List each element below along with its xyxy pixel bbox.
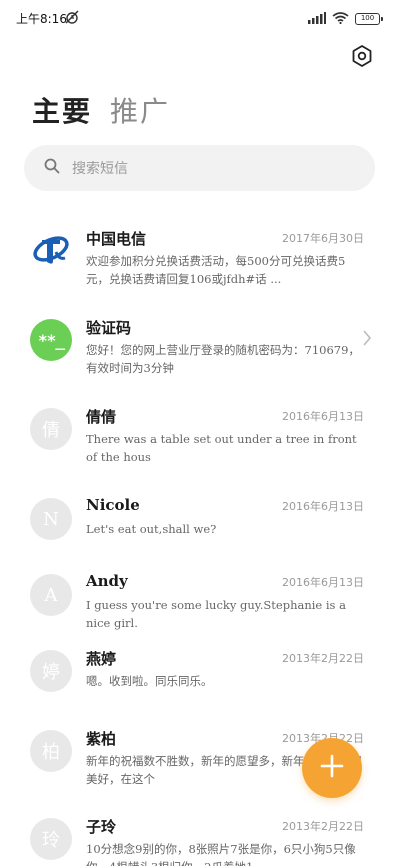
chevron-right-icon (362, 329, 372, 351)
avatar: A (30, 574, 72, 616)
avatar: N (30, 498, 72, 540)
alarm-off-icon (64, 9, 80, 28)
message-preview: Let's eat out,shall we? (86, 522, 217, 536)
contact-name: Nicole (86, 496, 140, 514)
signal-icon (308, 9, 326, 28)
search-bar[interactable]: 搜索短信 (24, 145, 375, 191)
new-message-button[interactable] (302, 738, 362, 798)
avatar: 婷 (30, 650, 72, 692)
message-date: 2016年6月13日 (282, 410, 364, 423)
china-telecom-logo-icon (30, 230, 72, 272)
message-preview: 嗯。收到啦。同乐同乐。 (86, 674, 213, 688)
message-item[interactable]: 婷 燕婷 2013年2月22日 嗯。收到啦。同乐同乐。 (0, 650, 400, 730)
wifi-icon (332, 9, 349, 28)
message-item[interactable]: 中国电信 2017年6月30日 欢迎参加积分兑换话费活动，每500分可兑换话费5… (0, 230, 400, 310)
avatar: 柏 (30, 730, 72, 772)
settings-button[interactable] (348, 44, 376, 72)
message-preview: 欢迎参加积分兑换话费活动，每500分可兑换话费5元，兑换话费请回复106或jfd… (86, 254, 346, 286)
tab-promotions[interactable]: 推广 (110, 90, 170, 130)
status-time: 上午8:16 (16, 12, 67, 26)
message-preview: There was a table set out under a tree i… (86, 432, 357, 464)
contact-name: Andy (86, 572, 128, 590)
avatar: 玲 (30, 818, 72, 860)
message-date: 2013年2月22日 (282, 652, 364, 665)
message-preview: 10分想念9别的你，8张照片7张是你，6只小狗5只像你，4根蜡头3根归你，2爪着… (86, 842, 356, 866)
battery-indicator: 100 (355, 12, 383, 25)
contact-name: 紫柏 (86, 730, 117, 748)
message-preview: 您好！您的网上营业厅登录的随机密码为：710679，有效时间为3分钟 (86, 343, 360, 375)
message-item[interactable]: 玲 子玲 2013年2月22日 10分想念9别的你，8张照片7张是你，6只小狗5… (0, 818, 400, 866)
contact-name: 燕婷 (86, 650, 117, 668)
message-date: 2016年6月13日 (282, 576, 364, 589)
message-date: 2016年6月13日 (282, 500, 364, 513)
contact-name: 验证码 (86, 319, 132, 337)
contact-name: 子玲 (86, 818, 117, 836)
plus-icon (319, 753, 345, 783)
tab-bar: 主要 推广 (32, 90, 170, 130)
tab-primary[interactable]: 主要 (32, 90, 92, 130)
contact-name: 中国电信 (86, 230, 147, 248)
message-date: 2017年6月30日 (282, 232, 364, 245)
message-item[interactable]: A Andy 2016年6月13日 I guess you're some lu… (0, 572, 400, 654)
search-icon (44, 158, 60, 178)
message-preview: I guess you're some lucky guy.Stephanie … (86, 598, 346, 630)
avatar: 倩 (30, 408, 72, 450)
message-item[interactable]: **_ 验证码 您好！您的网上营业厅登录的随机密码为：710679，有效时间为3… (0, 319, 400, 399)
search-placeholder: 搜索短信 (72, 161, 128, 177)
message-item[interactable]: N Nicole 2016年6月13日 Let's eat out,shall … (0, 496, 400, 578)
message-item[interactable]: 倩 倩倩 2016年6月13日 There was a table set ou… (0, 408, 400, 488)
avatar (30, 230, 72, 272)
message-date: 2013年2月22日 (282, 820, 364, 833)
status-bar: 上午8:16 100 (0, 0, 400, 34)
settings-hexagon-icon (350, 44, 374, 72)
contact-name: 倩倩 (86, 408, 117, 426)
avatar: **_ (30, 319, 72, 361)
